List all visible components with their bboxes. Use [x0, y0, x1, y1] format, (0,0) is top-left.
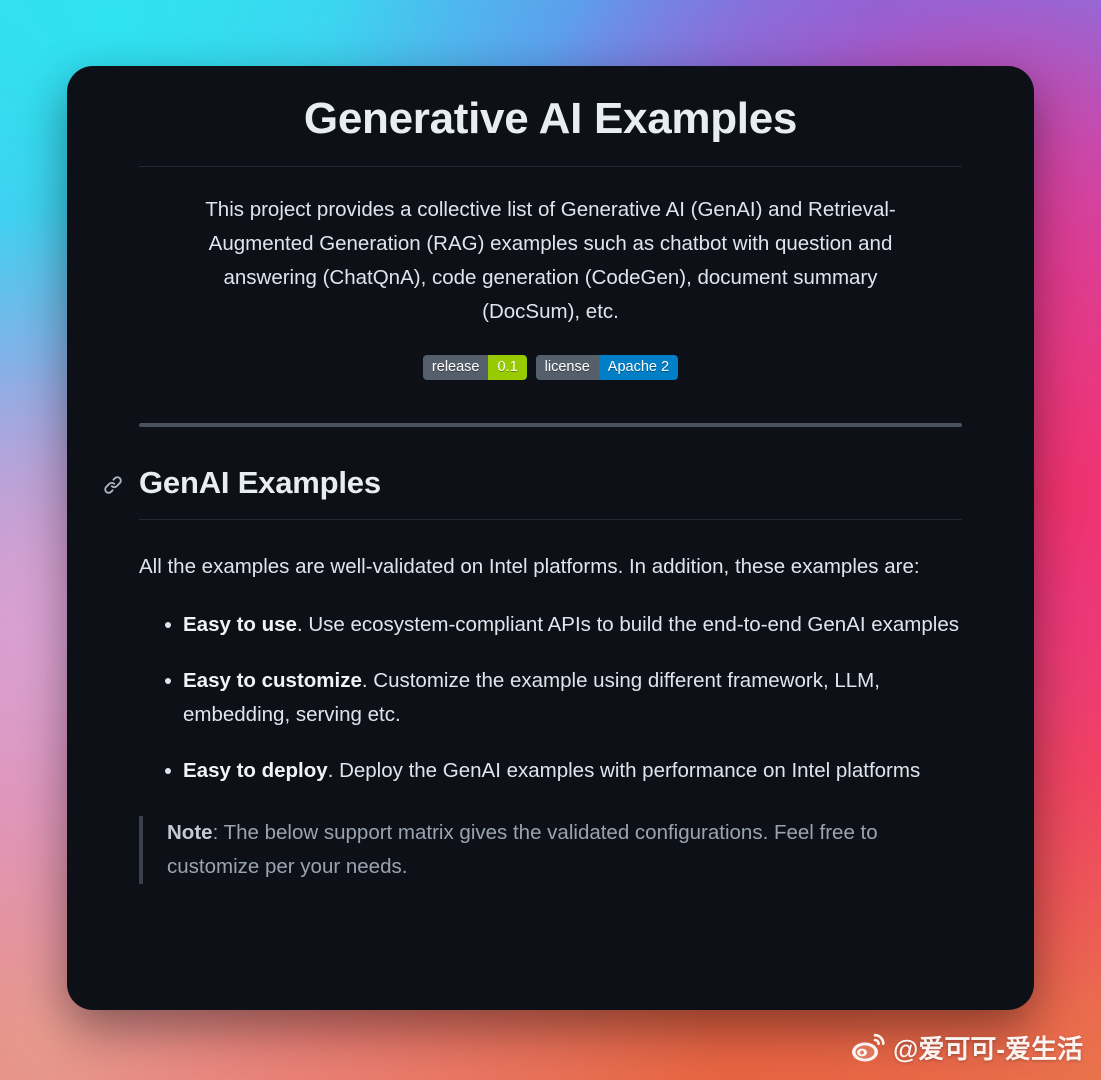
- section-title: GenAI Examples: [139, 465, 381, 500]
- watermark: @爱可可-爱生活: [851, 1029, 1083, 1066]
- license-badge[interactable]: license Apache 2: [535, 355, 679, 380]
- section-lead: All the examples are well-validated on I…: [139, 555, 920, 578]
- license-badge-label: license: [535, 355, 599, 380]
- list-item: Easy to customize. Customize the example…: [139, 664, 962, 732]
- feature-term: Easy to use: [183, 613, 297, 636]
- readme-card: Generative AI Examples This project prov…: [67, 66, 1034, 1010]
- watermark-handle: @爱可可-爱生活: [892, 1034, 1083, 1064]
- link-icon[interactable]: [103, 475, 123, 495]
- note-body: : The below support matrix gives the val…: [167, 821, 878, 878]
- release-badge-value: 0.1: [488, 355, 527, 380]
- note-label: Note: [167, 821, 213, 844]
- list-item: Easy to use. Use ecosystem-compliant API…: [139, 608, 962, 642]
- horizontal-rule: [139, 423, 962, 427]
- feature-description: . Deploy the GenAI examples with perform…: [327, 759, 921, 782]
- features-list: Easy to use. Use ecosystem-compliant API…: [139, 608, 962, 788]
- page-title: Generative AI Examples: [139, 94, 962, 167]
- list-item: Easy to deploy. Deploy the GenAI example…: [139, 754, 962, 788]
- intro-paragraph: This project provides a collective list …: [205, 198, 896, 323]
- section-header: GenAI Examples: [104, 465, 962, 520]
- note-text: Note: The below support matrix gives the…: [167, 816, 962, 884]
- feature-term: Easy to customize: [183, 669, 362, 692]
- note-blockquote: Note: The below support matrix gives the…: [139, 816, 962, 884]
- feature-description: . Use ecosystem-compliant APIs to build …: [296, 613, 959, 636]
- weibo-logo-icon: [851, 1033, 885, 1063]
- license-badge-value: Apache 2: [598, 355, 679, 380]
- release-badge-label: release: [422, 355, 489, 380]
- release-badge[interactable]: release 0.1: [422, 355, 527, 380]
- badge-row: release 0.1 license Apache 2: [139, 355, 962, 380]
- feature-term: Easy to deploy: [183, 759, 328, 782]
